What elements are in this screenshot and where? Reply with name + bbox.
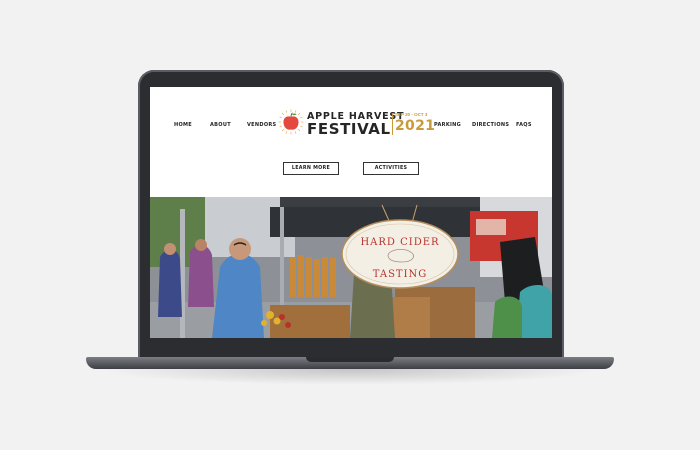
- nav-directions-link[interactable]: DIRECTIONS: [472, 122, 509, 128]
- logo-dates: SEP 30 - OCT 3: [395, 112, 428, 117]
- sign-text-line2: TASTING: [373, 269, 428, 280]
- laptop-notch: [306, 357, 394, 362]
- logo-title-line2: FESTIVAL: [307, 120, 391, 138]
- activities-button[interactable]: ACTIVITIES: [363, 162, 419, 175]
- logo-year: 2021: [395, 118, 436, 134]
- nav-home-link[interactable]: HOME: [174, 122, 192, 128]
- sign-text-line1: HARD CIDER: [360, 237, 439, 248]
- festival-logo[interactable]: APPLE HARVEST FESTIVAL SEP 30 - OCT 3 20…: [276, 107, 435, 139]
- nav-vendors-link[interactable]: VENDORS: [247, 122, 276, 128]
- nav-about-link[interactable]: ABOUT: [210, 122, 231, 128]
- site-header: HOME ABOUT VENDORS APPLE HARVEST FESTIVA…: [150, 87, 552, 163]
- learn-more-button[interactable]: LEARN MORE: [283, 162, 339, 175]
- logo-divider: [392, 113, 393, 135]
- nav-parking-link[interactable]: PARKING: [434, 122, 461, 128]
- apple-icon: [278, 109, 304, 135]
- market-photo: HARD CIDER TASTING: [150, 197, 552, 338]
- nav-faqs-link[interactable]: FAQS: [516, 122, 532, 128]
- laptop-screen: HOME ABOUT VENDORS APPLE HARVEST FESTIVA…: [150, 87, 552, 338]
- hero-image: HARD CIDER TASTING: [150, 197, 552, 338]
